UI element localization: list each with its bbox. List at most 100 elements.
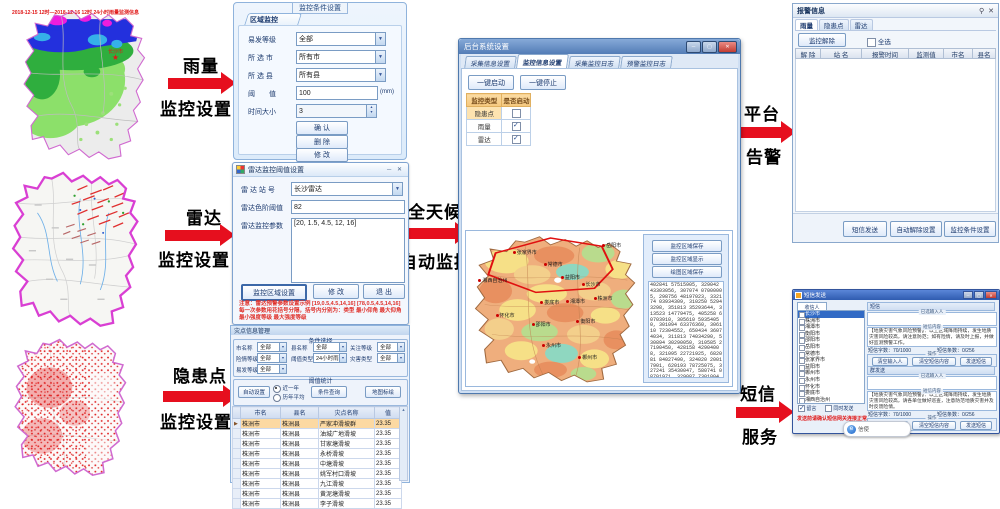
recipient-item[interactable]: 娄底市 — [798, 390, 864, 397]
close-icon[interactable]: ✕ — [718, 41, 737, 53]
monitor-area-settings-button[interactable]: 监控区域设置 — [241, 284, 307, 301]
leave-message-checkbox[interactable]: 留言 — [798, 405, 816, 412]
sms-content-text[interactable]: 【地质灾害气象风险预警】：以上区域降雨持续，发生地质灾害风险较高，请各单位做好巡… — [868, 392, 996, 412]
clear-recipients-button[interactable]: 清空输入人 — [872, 357, 908, 366]
maximize-icon[interactable]: ▢ — [974, 291, 984, 299]
filter-attention-select[interactable]: 全部▼ — [377, 342, 405, 352]
close-icon[interactable]: ✕ — [985, 291, 997, 299]
hazard-table-row[interactable]: 株洲市株洲县九江滑坡23.35 — [233, 479, 402, 489]
table-scrollbar[interactable]: ▲ — [399, 406, 408, 481]
draw-region-button[interactable]: 绘图区域保存 — [652, 266, 722, 278]
send-sms-button[interactable]: 发送短信 — [960, 357, 992, 366]
hazard-table-row[interactable]: 株洲市株洲县甘家塘滑坡23.35 — [233, 439, 402, 449]
radar-station-select[interactable]: 长沙雷达 ▼ — [291, 182, 403, 196]
select-all-checkbox[interactable]: 全选 — [867, 36, 891, 47]
close-icon[interactable]: ✕ — [988, 7, 994, 15]
send-sms-button[interactable]: 短信发送 — [843, 221, 887, 237]
tab-rain[interactable]: 雨量 — [795, 19, 818, 30]
save-region-button[interactable]: 监控区域保存 — [652, 240, 722, 252]
radio-year[interactable]: 近一年 — [273, 384, 299, 393]
delete-button[interactable]: 删 除 — [296, 135, 348, 149]
pin-icon[interactable]: ⚲ — [979, 7, 984, 15]
maximize-icon[interactable]: ▢ — [702, 41, 717, 53]
tab-radar[interactable]: 雷达 — [850, 19, 873, 30]
radio-average[interactable]: 历年平均 — [273, 393, 305, 402]
recipient-item[interactable]: 邵阳市 — [798, 337, 864, 344]
tab-collect-settings[interactable]: 采集信息设置 — [464, 56, 517, 68]
monitor-condition-settings-button[interactable]: 监控条件设置 — [944, 221, 996, 237]
start-all-button[interactable]: 一键启动 — [468, 75, 514, 90]
clear-content-button[interactable]: 清空短信内容 — [912, 421, 956, 430]
recipient-item[interactable]: 岳阳市 — [798, 344, 864, 351]
window-controls[interactable]: ─ ✕ — [387, 166, 408, 173]
monitor-row-hazard[interactable]: 隐患点 — [467, 107, 531, 120]
region-coordinates-text[interactable]: 402841 57515905, 329042 43303056, 307074… — [648, 281, 724, 378]
county-select[interactable]: 所有县 ▼ — [296, 68, 386, 82]
minimize-icon[interactable]: ─ — [686, 41, 701, 53]
tab-collect-log[interactable]: 采集监控日志 — [568, 56, 621, 68]
threshold-input[interactable]: 100 — [296, 86, 378, 100]
sms-content-box[interactable]: 短信内容 【地质灾害气象风险预警】：以上区域降雨持续，发生地质灾害风险较高，请注… — [867, 327, 997, 347]
color-threshold-input[interactable]: 82 — [291, 200, 405, 214]
map-plot-button[interactable]: 地图标绘 — [365, 386, 401, 398]
send-sms-button[interactable]: 发送短信 — [960, 421, 992, 430]
query-button[interactable]: 条件查询 — [311, 386, 347, 398]
filter-county-select[interactable]: 全部▼ — [313, 342, 347, 352]
show-region-button[interactable]: 监控区域显示 — [652, 253, 722, 265]
recipient-item[interactable]: 永州市 — [798, 377, 864, 384]
sms-content-text[interactable]: 【地质灾害气象风险预警】：以上区域降雨持续，发生地质灾害风险较高，请注意防范；如… — [868, 328, 996, 348]
monitor-row-rain[interactable]: 雨量 — [467, 120, 531, 133]
modify-button[interactable]: 修 改 — [296, 148, 348, 162]
exit-button[interactable]: 退 出 — [363, 284, 405, 299]
chevron-down-icon[interactable]: ▼ — [375, 51, 385, 63]
recipient-item[interactable]: 湘潭市 — [798, 324, 864, 331]
recipient-item[interactable]: 郴州市 — [798, 370, 864, 377]
checkbox-icon[interactable] — [512, 109, 521, 118]
recipients-list[interactable]: 长沙市株洲市湘潭市衡阳市邵阳市岳阳市常德市张家界市益阳市郴州市永州市怀化市娄底市… — [797, 310, 865, 404]
tab-monitor-settings[interactable]: 监控信息设置 — [516, 54, 569, 68]
hazard-table-row[interactable]: 株洲市株洲县中塘滑坡23.35 — [233, 459, 402, 469]
hazard-table-row[interactable]: 株洲市株洲县黄泥塘滑坡23.35 — [233, 489, 402, 499]
hazard-table-row[interactable]: 株洲市株洲县姚军村口滑坡23.35 — [233, 469, 402, 479]
chevron-down-icon[interactable]: ▼ — [375, 33, 385, 45]
filter-threshold-type-select[interactable]: 24小时雨量▼ — [313, 353, 347, 363]
recipient-item[interactable]: 张家界市 — [798, 357, 864, 364]
tab-warning-log[interactable]: 预警监控日志 — [620, 56, 673, 68]
spinner-arrows[interactable]: ▲▼ — [366, 104, 377, 118]
city-select[interactable]: 所有市 ▼ — [296, 50, 386, 64]
level-select[interactable]: 全部 ▼ — [296, 32, 386, 46]
chevron-down-icon[interactable]: ▼ — [392, 183, 402, 195]
filter-danger-select[interactable]: 全部▼ — [257, 353, 287, 363]
time-size-spinner[interactable]: 3 — [296, 104, 370, 118]
auto-release-settings-button[interactable]: 自动解除设置 — [890, 221, 942, 237]
monitor-row-radar[interactable]: 雷达 — [467, 133, 531, 146]
confirm-button[interactable]: 确 认 — [296, 121, 348, 135]
auto-set-button[interactable]: 自动设置 — [238, 386, 270, 398]
radar-params-textarea[interactable]: [20, 1.5, 4.5, 12, 16] — [291, 218, 405, 283]
checkbox-icon[interactable] — [512, 135, 521, 144]
hazard-table-row[interactable]: 株洲市株洲县油城广地滑坡23.35 — [233, 429, 402, 439]
checkbox-icon[interactable] — [512, 122, 521, 131]
filter-susceptibility-select[interactable]: 全部▼ — [257, 364, 287, 374]
hazard-table-row[interactable]: ▶ 株洲市株洲县严家冲滑坡群23.35 — [233, 419, 402, 429]
hazard-table-row[interactable]: 株洲市株洲县永桥滑坡23.35 — [233, 449, 402, 459]
recipient-item[interactable]: 长沙市 — [798, 311, 864, 318]
filter-city-select[interactable]: 全部▼ — [257, 342, 287, 352]
simultaneous-checkbox[interactable]: 同时发送 — [825, 405, 853, 412]
tab-hazard-point[interactable]: 隐患点 — [819, 19, 849, 30]
release-monitor-button[interactable]: 监控解除 — [798, 33, 846, 47]
messenger-chip[interactable]: e 信使 — [843, 421, 911, 437]
row-marker — [233, 449, 241, 459]
chevron-down-icon: ▼ — [339, 343, 346, 351]
chevron-down-icon[interactable]: ▼ — [375, 69, 385, 81]
city-select-value: 所有市 — [297, 52, 375, 62]
clear-content-button[interactable]: 清空短信内容 — [912, 357, 956, 366]
minimize-icon[interactable]: ─ — [963, 291, 973, 299]
modify-button[interactable]: 修 改 — [313, 284, 359, 299]
alarm-table-body[interactable] — [795, 59, 996, 212]
filter-disaster-select[interactable]: 全部▼ — [377, 353, 405, 363]
hazard-table-row[interactable]: 株洲市株洲县李子滑坡23.35 — [233, 499, 402, 509]
sms-content-box[interactable]: 短信内容 【地质灾害气象风险预警】：以上区域降雨持续，发生地质灾害风险较高，请各… — [867, 391, 997, 411]
stop-all-button[interactable]: 一键停止 — [520, 75, 566, 90]
recipient-item[interactable]: 湘西自治州 — [798, 397, 864, 404]
